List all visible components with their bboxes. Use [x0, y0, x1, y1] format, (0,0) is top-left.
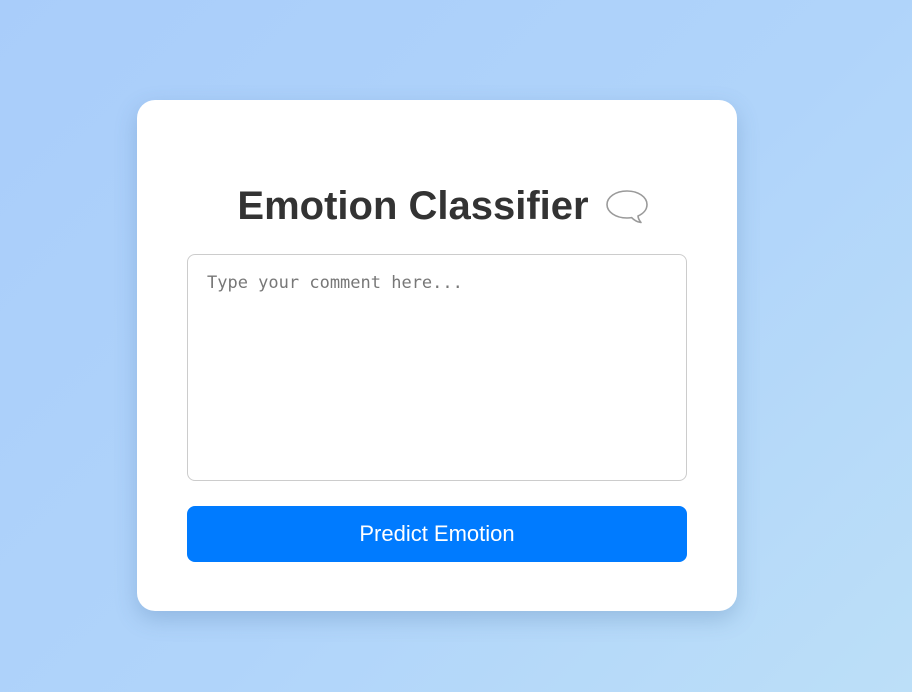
comment-input[interactable]: [187, 254, 687, 481]
speech-balloon-icon: [605, 187, 649, 227]
title-row: Emotion Classifier: [137, 182, 737, 230]
classifier-card: Emotion Classifier Predict Emotion: [137, 100, 737, 611]
predict-emotion-button[interactable]: Predict Emotion: [187, 506, 687, 562]
page-title: Emotion Classifier: [237, 184, 589, 228]
